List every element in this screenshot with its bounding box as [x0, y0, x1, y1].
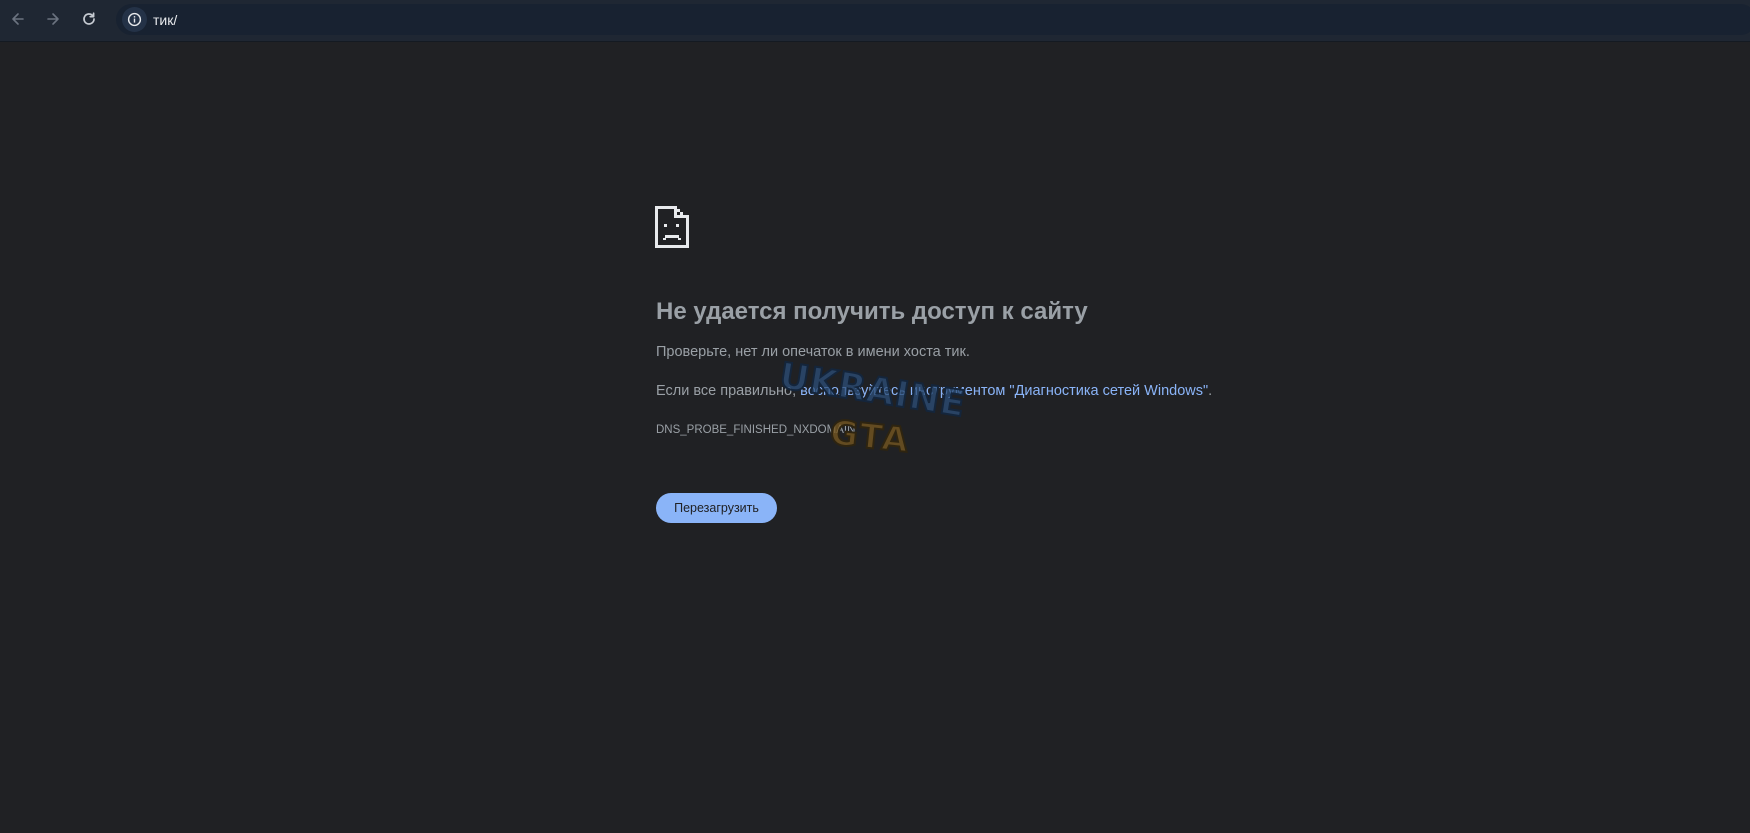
reload-button[interactable]: Перезагрузить	[656, 493, 777, 523]
reload-toolbar-button[interactable]	[75, 5, 103, 33]
site-info-button[interactable]	[122, 7, 147, 32]
error-hint-suffix: .	[1208, 383, 1213, 399]
error-code: DNS_PROBE_FINISHED_NXDOMAIN	[656, 424, 856, 436]
arrow-right-icon	[47, 13, 59, 25]
address-bar[interactable]: тик/	[116, 4, 1750, 35]
error-title: Не удается получить доступ к сайту	[656, 298, 1088, 325]
error-hint-diagnostics: Если все правильно, воспользуйтесь инстр…	[656, 383, 1212, 399]
info-circle-icon	[127, 12, 142, 27]
reload-icon	[83, 12, 95, 25]
forward-button[interactable]	[39, 5, 67, 33]
arrow-left-icon	[12, 13, 24, 25]
network-diagnostics-link[interactable]: воспользуйтесь инструментом "Диагностика…	[800, 383, 1208, 399]
url-text[interactable]: тик/	[153, 12, 177, 28]
sad-document-icon	[655, 206, 689, 248]
error-hint-typo: Проверьте, нет ли опечаток в имени хоста…	[656, 344, 970, 360]
error-hint-prefix: Если все правильно,	[656, 383, 801, 399]
browser-toolbar: тик/	[0, 0, 1750, 42]
error-page	[0, 43, 1750, 833]
back-button[interactable]	[4, 5, 32, 33]
